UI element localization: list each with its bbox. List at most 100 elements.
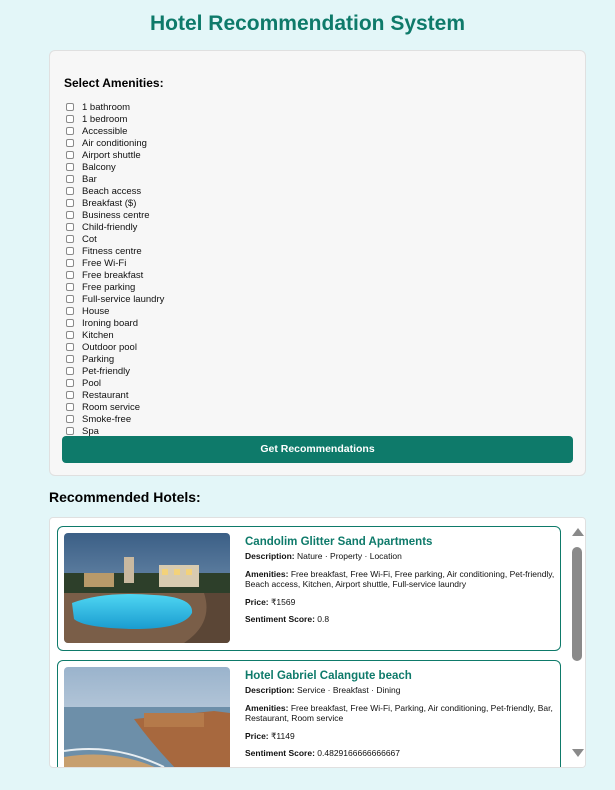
- amenity-checkbox[interactable]: [66, 175, 74, 183]
- amenity-checkbox[interactable]: [66, 343, 74, 351]
- amenities-label: Select Amenities:: [64, 76, 164, 90]
- amenity-label: Air conditioning: [82, 137, 147, 149]
- scroll-down-arrow-icon[interactable]: [572, 749, 584, 757]
- amenities-list: 1 bathroom 1 bedroom Accessible Air conditi…: [66, 101, 366, 437]
- amenity-checkbox[interactable]: [66, 187, 74, 195]
- amenity-item[interactable]: Accessible: [66, 125, 366, 137]
- hotel-name[interactable]: Hotel Gabriel Calangute beach: [245, 670, 557, 682]
- amenity-checkbox[interactable]: [66, 259, 74, 267]
- amenity-label: Airport shuttle: [82, 149, 141, 161]
- amenity-label: Breakfast ($): [82, 197, 137, 209]
- amenity-checkbox[interactable]: [66, 403, 74, 411]
- hotel-info: Hotel Gabriel Calangute beach Descriptio…: [245, 670, 557, 766]
- scroll-thumb[interactable]: [572, 547, 582, 661]
- amenity-label: Full-service laundry: [82, 293, 165, 305]
- amenity-checkbox[interactable]: [66, 283, 74, 291]
- amenity-item[interactable]: Free parking: [66, 281, 366, 293]
- amenity-checkbox[interactable]: [66, 307, 74, 315]
- amenity-item[interactable]: Business centre: [66, 209, 366, 221]
- amenity-item[interactable]: Smoke-free: [66, 413, 366, 425]
- amenity-label: 1 bedroom: [82, 113, 128, 125]
- amenity-checkbox[interactable]: [66, 427, 74, 435]
- hotel-description: Description: Nature · Property · Locatio…: [245, 551, 402, 561]
- amenity-item[interactable]: Fitness centre: [66, 245, 366, 257]
- amenity-checkbox[interactable]: [66, 295, 74, 303]
- amenities-form: Select Amenities: 1 bathroom 1 bedroom Acc…: [49, 50, 586, 476]
- hotel-amenities: Amenities: Free breakfast, Free Wi-Fi, P…: [245, 702, 553, 724]
- hotel-name[interactable]: Candolim Glitter Sand Apartments: [245, 536, 557, 548]
- amenity-checkbox[interactable]: [66, 199, 74, 207]
- amenity-label: Spa: [82, 425, 99, 437]
- amenity-label: Kitchen: [82, 329, 114, 341]
- amenity-checkbox[interactable]: [66, 379, 74, 387]
- scroll-up-arrow-icon[interactable]: [572, 528, 584, 536]
- recommended-heading: Recommended Hotels:: [49, 489, 201, 505]
- amenity-item[interactable]: 1 bedroom: [66, 113, 366, 125]
- amenity-label: Free breakfast: [82, 269, 144, 281]
- amenity-checkbox[interactable]: [66, 163, 74, 171]
- amenity-item[interactable]: Free breakfast: [66, 269, 366, 281]
- amenity-item[interactable]: Pool: [66, 377, 366, 389]
- hotel-sentiment: Sentiment Score: 0.4829166666666667: [245, 748, 401, 758]
- amenity-item[interactable]: House: [66, 305, 366, 317]
- amenity-checkbox[interactable]: [66, 115, 74, 123]
- amenity-item[interactable]: Air conditioning: [66, 137, 366, 149]
- amenity-item[interactable]: Restaurant: [66, 389, 366, 401]
- amenity-checkbox[interactable]: [66, 211, 74, 219]
- amenity-checkbox[interactable]: [66, 103, 74, 111]
- amenity-checkbox[interactable]: [66, 391, 74, 399]
- amenity-item[interactable]: Balcony: [66, 161, 366, 173]
- hotel-price: Price: ₹1569: [245, 596, 296, 607]
- amenity-label: Room service: [82, 401, 141, 413]
- amenity-checkbox[interactable]: [66, 223, 74, 231]
- amenity-item[interactable]: Kitchen: [66, 329, 366, 341]
- hotel-sentiment: Sentiment Score: 0.8: [245, 614, 330, 624]
- amenity-item[interactable]: 1 bathroom: [66, 101, 366, 113]
- amenity-label: Cot: [82, 233, 97, 245]
- amenity-item[interactable]: Cot: [66, 233, 366, 245]
- get-recommendations-button[interactable]: Get Recommendations: [62, 436, 573, 463]
- amenity-item[interactable]: Room service: [66, 401, 366, 413]
- amenity-checkbox[interactable]: [66, 319, 74, 327]
- amenity-item[interactable]: Full-service laundry: [66, 293, 366, 305]
- amenity-label: Free Wi-Fi: [82, 257, 127, 269]
- amenity-item[interactable]: Breakfast ($): [66, 197, 366, 209]
- amenity-item[interactable]: Outdoor pool: [66, 341, 366, 353]
- hotel-image-beach: [64, 667, 230, 767]
- amenity-checkbox[interactable]: [66, 235, 74, 243]
- results-scrollbar[interactable]: [569, 518, 585, 767]
- amenity-checkbox[interactable]: [66, 247, 74, 255]
- amenity-item[interactable]: Free Wi-Fi: [66, 257, 366, 269]
- amenity-label: Smoke-free: [82, 413, 132, 425]
- amenity-checkbox[interactable]: [66, 271, 74, 279]
- amenity-item[interactable]: Parking: [66, 353, 366, 365]
- amenity-item[interactable]: Beach access: [66, 185, 366, 197]
- hotel-description: Description: Service · Breakfast · Dinin…: [245, 685, 401, 695]
- hotel-image-pool: [64, 533, 230, 643]
- amenity-checkbox[interactable]: [66, 331, 74, 339]
- page-title: Hotel Recommendation System: [149, 12, 466, 35]
- amenity-label: Pet-friendly: [82, 365, 131, 377]
- amenity-label: Accessible: [82, 125, 128, 137]
- amenity-checkbox[interactable]: [66, 127, 74, 135]
- amenity-checkbox[interactable]: [66, 415, 74, 423]
- amenity-label: House: [82, 305, 110, 317]
- amenity-item[interactable]: Pet-friendly: [66, 365, 366, 377]
- hotel-card: Hotel Gabriel Calangute beach Descriptio…: [57, 660, 561, 767]
- amenity-checkbox[interactable]: [66, 139, 74, 147]
- hotel-price: Price: ₹1149: [245, 730, 295, 741]
- amenity-checkbox[interactable]: [66, 355, 74, 363]
- amenity-item[interactable]: Bar: [66, 173, 366, 185]
- amenity-checkbox[interactable]: [66, 151, 74, 159]
- amenity-item[interactable]: Child-friendly: [66, 221, 366, 233]
- amenity-checkbox[interactable]: [66, 367, 74, 375]
- amenity-label: Restaurant: [82, 389, 129, 401]
- amenity-item[interactable]: Ironing board: [66, 317, 366, 329]
- hotel-info: Candolim Glitter Sand Apartments Descrip…: [245, 536, 557, 632]
- amenity-label: 1 bathroom: [82, 101, 131, 113]
- amenity-label: Child-friendly: [82, 221, 138, 233]
- amenity-label: Free parking: [82, 281, 136, 293]
- results-panel[interactable]: Candolim Glitter Sand Apartments Descrip…: [49, 517, 586, 768]
- hotel-amenities: Amenities: Free breakfast, Free Wi-Fi, F…: [245, 568, 555, 590]
- amenity-item[interactable]: Airport shuttle: [66, 149, 366, 161]
